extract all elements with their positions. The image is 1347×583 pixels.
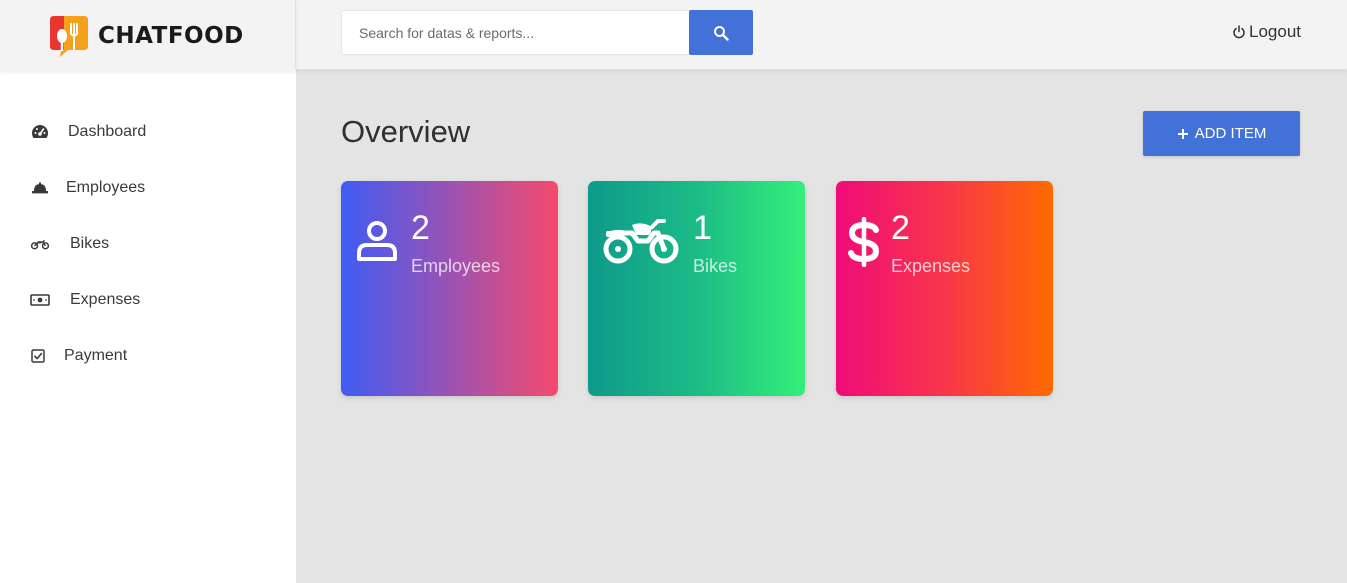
- search-icon: [714, 25, 729, 41]
- card-label: Bikes: [693, 256, 738, 276]
- logout-link[interactable]: Logout: [1232, 22, 1301, 42]
- stat-card-employees[interactable]: 2 Employees: [341, 181, 558, 396]
- chatfood-logo-icon: [50, 16, 88, 57]
- hard-hat-icon: [30, 182, 50, 194]
- gauge-icon: [30, 124, 50, 140]
- sidebar-item-expenses[interactable]: Expenses: [30, 288, 140, 312]
- sidebar-item-bikes[interactable]: Bikes: [30, 232, 109, 256]
- dollar-icon: [848, 217, 880, 267]
- plus-icon: [1177, 128, 1188, 139]
- sidebar-item-payment[interactable]: Payment: [30, 344, 127, 368]
- checkbox-icon: [30, 349, 46, 363]
- power-icon: [1233, 25, 1245, 39]
- add-item-button[interactable]: ADD ITEM: [1143, 111, 1300, 156]
- add-item-label: ADD ITEM: [1194, 125, 1267, 142]
- card-label: Expenses: [891, 256, 971, 276]
- motorcycle-icon: [603, 219, 679, 264]
- card-label: Employees: [411, 256, 501, 276]
- card-count: 2: [891, 209, 910, 247]
- brand[interactable]: CHATFOOD: [0, 0, 296, 70]
- banknote-icon: [30, 294, 50, 306]
- sidebar-item-label: Employees: [66, 179, 146, 196]
- card-count: 1: [693, 209, 712, 247]
- sidebar-item-label: Expenses: [70, 291, 141, 308]
- sidebar-item-label: Dashboard: [68, 123, 147, 140]
- search-input[interactable]: [342, 11, 689, 54]
- sidebar-item-label: Bikes: [70, 235, 110, 252]
- search-button[interactable]: [689, 10, 753, 55]
- stat-card-bikes[interactable]: 1 Bikes: [588, 181, 805, 396]
- page-title: Overview: [341, 114, 471, 149]
- stat-card-expenses[interactable]: 2 Expenses: [836, 181, 1053, 396]
- logout-label: Logout: [1249, 22, 1301, 41]
- search-box: [341, 10, 753, 55]
- user-icon: [357, 221, 397, 261]
- sidebar-item-label: Payment: [64, 347, 128, 364]
- motorcycle-icon: [30, 238, 50, 250]
- brand-name: CHATFOOD: [98, 23, 244, 49]
- card-count: 2: [411, 209, 430, 247]
- top-bar: Logout: [296, 0, 1347, 70]
- sidebar: Dashboard Employees Bikes Expenses Payme…: [0, 70, 296, 583]
- sidebar-item-dashboard[interactable]: Dashboard: [30, 120, 146, 144]
- sidebar-item-employees[interactable]: Employees: [30, 176, 145, 200]
